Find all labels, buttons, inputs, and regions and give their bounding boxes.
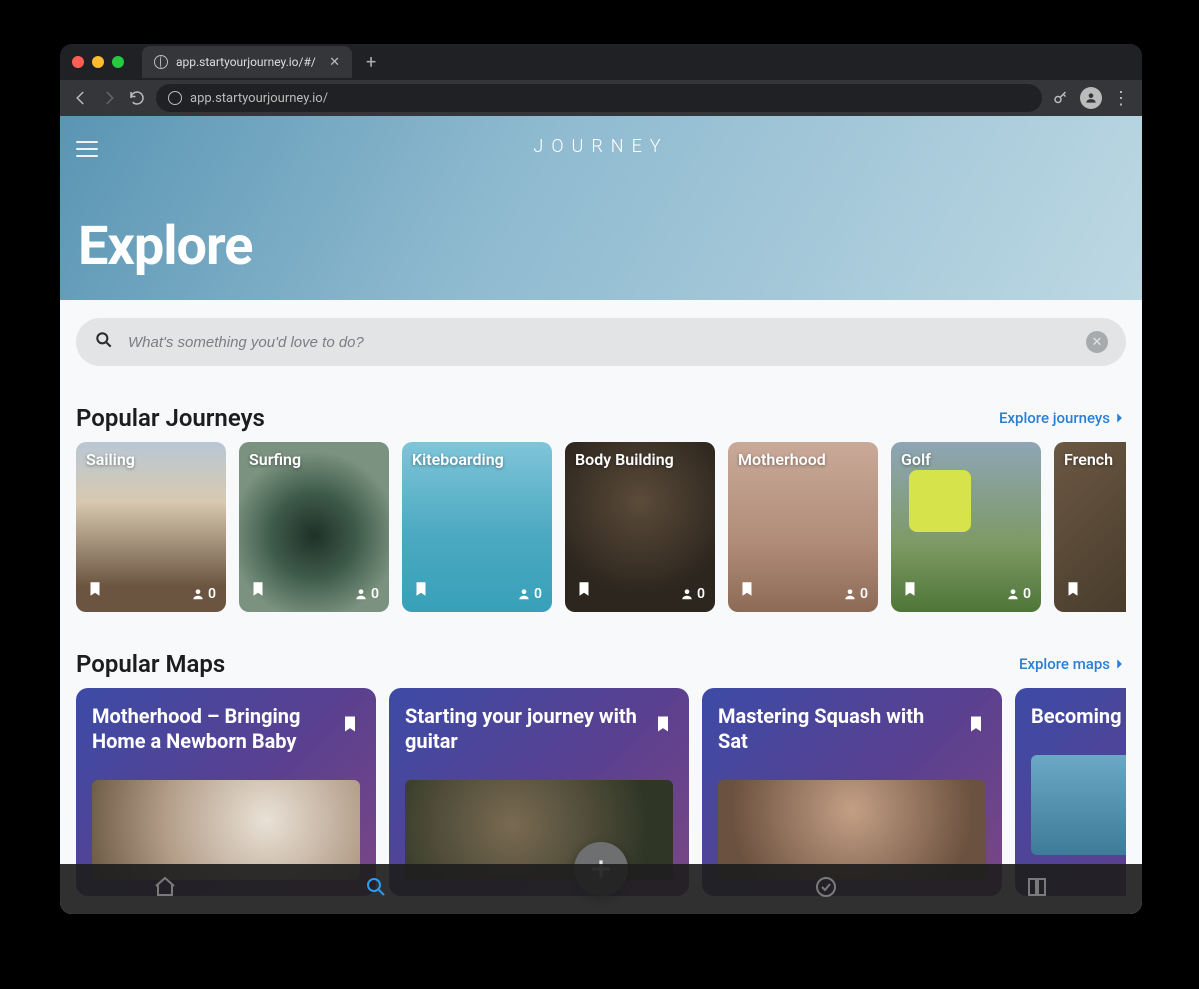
bottom-nav — [60, 864, 1142, 914]
close-tab-button[interactable]: ✕ — [329, 55, 340, 70]
section-title-maps: Popular Maps — [76, 650, 225, 678]
member-count: 0 — [354, 586, 379, 602]
search-icon — [364, 875, 388, 899]
browser-tab[interactable]: app.startyourjourney.io/#/ ✕ — [142, 46, 352, 78]
profile-button[interactable] — [1080, 87, 1102, 109]
journey-title: French — [1064, 450, 1113, 469]
journey-card[interactable]: Sailing 0 — [76, 442, 226, 612]
bookmark-icon[interactable] — [340, 714, 360, 738]
member-count: 0 — [517, 586, 542, 602]
journey-card[interactable]: Golf 0 — [891, 442, 1041, 612]
journey-title: Body Building — [575, 450, 674, 469]
journey-row[interactable]: Sailing0Surfing0Kiteboarding0Body Buildi… — [76, 442, 1126, 612]
nav-home[interactable] — [153, 875, 177, 903]
journey-card[interactable]: Motherhood 0 — [728, 442, 878, 612]
globe-icon — [154, 55, 168, 69]
bookmark-icon[interactable] — [1064, 580, 1082, 602]
check-circle-icon — [814, 875, 838, 899]
member-count: 0 — [680, 586, 705, 602]
journey-title: Kiteboarding — [412, 450, 504, 469]
bookmark-icon[interactable] — [738, 580, 756, 602]
browser-tab-bar: app.startyourjourney.io/#/ ✕ + — [60, 44, 1142, 80]
bookmark-icon[interactable] — [901, 580, 919, 602]
bookmark-icon[interactable] — [249, 580, 267, 602]
forward-button[interactable] — [100, 89, 118, 107]
minimize-window-button[interactable] — [92, 56, 104, 68]
search-icon — [94, 330, 114, 354]
bookmark-icon[interactable] — [412, 580, 430, 602]
address-bar[interactable]: app.startyourjourney.io/ — [156, 84, 1042, 112]
journey-card[interactable]: Kiteboarding 0 — [402, 442, 552, 612]
page-title: Explore — [78, 215, 252, 278]
bookmark-icon[interactable] — [966, 714, 986, 738]
url-text: app.startyourjourney.io/ — [190, 91, 328, 106]
map-title: Motherhood – Bringing Home a Newborn Bab… — [92, 704, 360, 754]
member-count: 0 — [191, 586, 216, 602]
home-icon — [153, 875, 177, 899]
window-controls — [72, 56, 124, 68]
member-count: 0 — [1006, 586, 1031, 602]
journey-title: Motherhood — [738, 450, 826, 469]
chevron-right-icon — [1112, 657, 1126, 671]
search-bar[interactable]: ✕ — [76, 318, 1126, 366]
app-brand: JOURNEY — [533, 136, 668, 157]
journey-card[interactable]: Body Building 0 — [565, 442, 715, 612]
search-input[interactable] — [128, 334, 1072, 351]
map-preview-image — [1031, 755, 1126, 855]
browser-toolbar: app.startyourjourney.io/ ⋮ — [60, 80, 1142, 116]
journey-card[interactable]: Surfing 0 — [239, 442, 389, 612]
bookmark-icon[interactable] — [653, 714, 673, 738]
journey-title: Sailing — [86, 450, 135, 469]
nav-search[interactable] — [364, 875, 388, 903]
hamburger-menu-button[interactable] — [76, 136, 98, 162]
reload-button[interactable] — [128, 89, 146, 107]
journey-title: Golf — [901, 450, 931, 469]
close-window-button[interactable] — [72, 56, 84, 68]
app-header: JOURNEY Explore — [60, 116, 1142, 300]
key-icon[interactable] — [1052, 89, 1070, 107]
map-title: Starting your journey with guitar — [405, 704, 673, 754]
chevron-right-icon — [1112, 411, 1126, 425]
browser-menu-button[interactable]: ⋮ — [1112, 88, 1130, 109]
explore-maps-link[interactable]: Explore maps — [1019, 655, 1126, 673]
nav-bookmarks[interactable] — [1025, 875, 1049, 903]
maximize-window-button[interactable] — [112, 56, 124, 68]
app-viewport: JOURNEY Explore ✕ Popular Journeys Explo… — [60, 116, 1142, 914]
nav-check[interactable] — [814, 875, 838, 903]
map-title: Becoming Kiteboarde — [1031, 704, 1126, 729]
explore-journeys-link[interactable]: Explore journeys — [999, 409, 1126, 427]
journey-card[interactable]: French — [1054, 442, 1126, 612]
map-title: Mastering Squash with Sat — [718, 704, 986, 754]
globe-icon — [168, 91, 182, 105]
book-icon — [1025, 875, 1049, 899]
new-tab-button[interactable]: + — [366, 52, 376, 73]
section-title-journeys: Popular Journeys — [76, 404, 265, 432]
member-count: 0 — [843, 586, 868, 602]
bookmark-icon[interactable] — [86, 580, 104, 602]
journey-title: Surfing — [249, 450, 301, 469]
clear-search-button[interactable]: ✕ — [1086, 331, 1108, 353]
back-button[interactable] — [72, 89, 90, 107]
tab-title: app.startyourjourney.io/#/ — [176, 55, 316, 69]
bookmark-icon[interactable] — [575, 580, 593, 602]
